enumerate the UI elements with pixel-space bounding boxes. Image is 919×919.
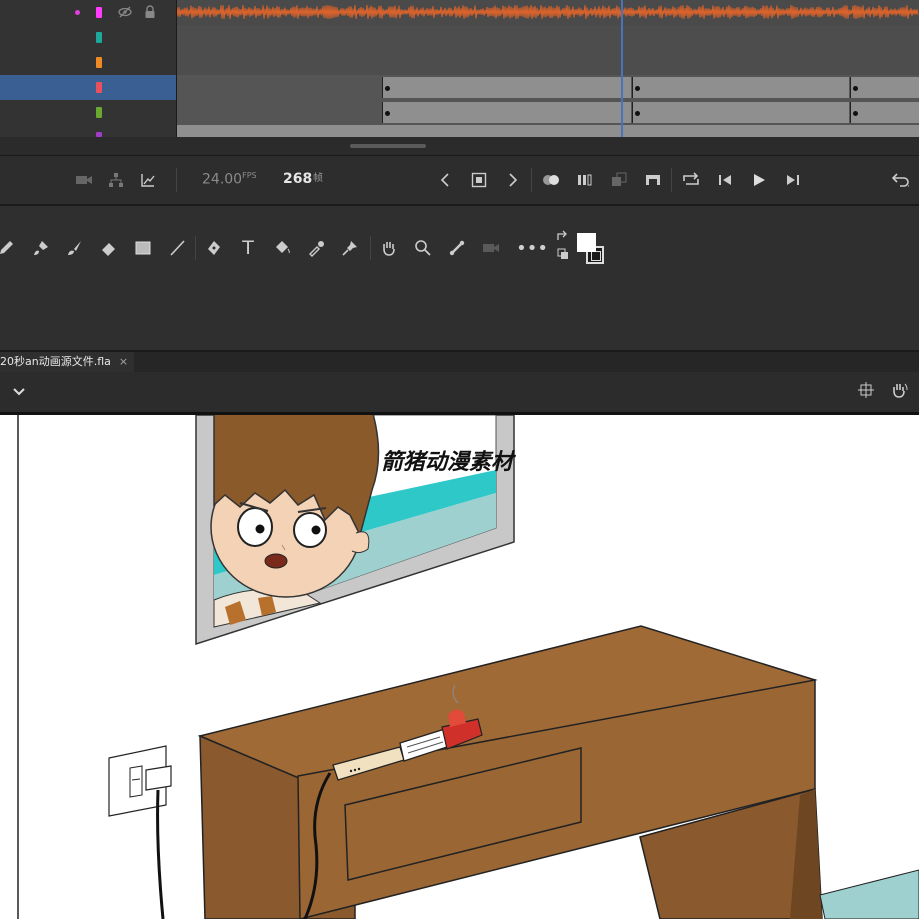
loop-icon[interactable] <box>679 168 703 192</box>
layer-color-chip[interactable] <box>96 32 102 43</box>
timeline-layer-row[interactable] <box>0 75 919 101</box>
timeline-layer-row[interactable] <box>0 100 919 126</box>
step-forward-icon[interactable] <box>781 168 805 192</box>
separator <box>370 236 371 260</box>
camera-icon[interactable] <box>479 236 503 260</box>
frame-unit-label: 帧 <box>313 173 323 184</box>
layer-header[interactable] <box>0 50 177 75</box>
layer-header[interactable] <box>0 0 177 25</box>
frame-span-icon[interactable] <box>641 168 665 192</box>
layer-color-chip[interactable] <box>96 57 102 68</box>
layer-header[interactable] <box>0 75 177 100</box>
paint-brush-icon[interactable] <box>29 236 53 260</box>
layer-color-chip[interactable] <box>96 7 102 18</box>
separator <box>195 236 196 260</box>
prev-keyframe-icon[interactable] <box>433 168 457 192</box>
timeline-layer-row[interactable] <box>0 25 919 51</box>
bone-icon[interactable] <box>445 236 469 260</box>
keyframe-span[interactable] <box>632 102 849 123</box>
timeline-scroll-row <box>0 137 919 156</box>
insert-keyframe-icon[interactable] <box>467 168 491 192</box>
boy-character <box>210 415 380 628</box>
playhead[interactable] <box>621 0 623 137</box>
chevron-down-icon[interactable] <box>12 384 26 398</box>
audio-waveform <box>177 4 919 20</box>
center-stage-icon[interactable] <box>858 382 874 398</box>
fps-display[interactable]: 24.00FPS <box>202 171 257 188</box>
document-tab-bar: 20秒an动画源文件.fla × <box>0 352 919 372</box>
pen-icon[interactable] <box>202 236 226 260</box>
undo-icon[interactable] <box>889 168 913 192</box>
paint-bucket-icon[interactable] <box>270 236 294 260</box>
current-frame-number[interactable]: 268 <box>283 171 312 187</box>
rectangle-icon[interactable] <box>131 236 155 260</box>
timeline-controls: 24.00FPS 268 帧 <box>0 156 919 206</box>
fps-value[interactable]: 24.00 <box>202 172 242 188</box>
wall-outlet <box>108 745 172 919</box>
eyedropper-icon[interactable] <box>304 236 328 260</box>
desk <box>197 625 823 919</box>
layer-color-chip[interactable] <box>96 107 102 118</box>
layer-frames[interactable] <box>177 50 919 75</box>
timeline-layer-row[interactable] <box>0 50 919 76</box>
fill-color-swatch[interactable] <box>577 233 596 252</box>
line-icon[interactable] <box>165 236 189 260</box>
brush-icon[interactable] <box>63 236 87 260</box>
next-keyframe-icon[interactable] <box>501 168 525 192</box>
layer-header[interactable] <box>0 25 177 50</box>
pencil-icon[interactable] <box>0 236 18 260</box>
layer-parenting-icon[interactable] <box>104 168 128 192</box>
play-icon[interactable] <box>747 168 771 192</box>
layer-frames[interactable] <box>177 75 919 100</box>
layer-frames[interactable] <box>177 100 919 125</box>
pin-icon[interactable] <box>338 236 362 260</box>
onion-skin-icon[interactable] <box>539 168 563 192</box>
layer-header[interactable] <box>0 100 177 125</box>
eye-slash-icon[interactable] <box>117 4 133 20</box>
keyframe-span[interactable] <box>382 102 631 123</box>
layer-frames[interactable] <box>177 0 919 25</box>
zoom-icon[interactable] <box>411 236 435 260</box>
scene-artwork: 箭猪动漫素材 <box>17 415 919 919</box>
separator <box>176 168 177 192</box>
keyframe-span[interactable] <box>382 77 631 98</box>
layer-dot <box>75 10 80 15</box>
layer-frames[interactable] <box>177 125 919 137</box>
graph-icon[interactable] <box>136 168 160 192</box>
stage-canvas[interactable]: 箭猪动漫素材 <box>0 415 919 919</box>
document-tab-label[interactable]: 20秒an动画源文件.fla <box>0 352 111 372</box>
lock-icon[interactable] <box>143 4 157 20</box>
more-icon[interactable]: ••• <box>516 236 548 260</box>
separator <box>531 168 532 192</box>
document-tab[interactable]: 20秒an动画源文件.fla × <box>0 352 135 372</box>
rotate-stage-icon[interactable] <box>889 381 909 399</box>
eraser-icon[interactable] <box>97 236 121 260</box>
camera-icon[interactable] <box>72 168 96 192</box>
swap-colors-icon[interactable] <box>553 228 573 264</box>
fps-unit: FPS <box>242 171 257 180</box>
onion-skin-outline-icon[interactable] <box>573 168 597 192</box>
timeline-layers-panel <box>0 0 919 138</box>
text-icon[interactable]: T <box>236 236 260 260</box>
edit-multiple-frames-icon[interactable] <box>607 168 631 192</box>
layer-header[interactable] <box>0 125 177 137</box>
timeline-layer-row[interactable] <box>0 0 919 26</box>
layer-frames[interactable] <box>177 25 919 50</box>
separator <box>671 168 672 192</box>
keyframe-span[interactable] <box>850 77 919 98</box>
hand-icon[interactable] <box>377 236 401 260</box>
tools-panel: T ••• <box>0 206 919 352</box>
close-icon[interactable]: × <box>119 352 128 372</box>
floor-rug <box>819 869 919 919</box>
watermark-text: 箭猪动漫素材 <box>381 449 517 475</box>
edit-bar <box>0 372 919 415</box>
keyframe-span[interactable] <box>850 102 919 123</box>
step-back-icon[interactable] <box>713 168 737 192</box>
keyframe-span[interactable] <box>632 77 849 98</box>
layer-color-chip[interactable] <box>96 82 102 93</box>
timeline-horizontal-scrollbar[interactable] <box>350 144 426 148</box>
